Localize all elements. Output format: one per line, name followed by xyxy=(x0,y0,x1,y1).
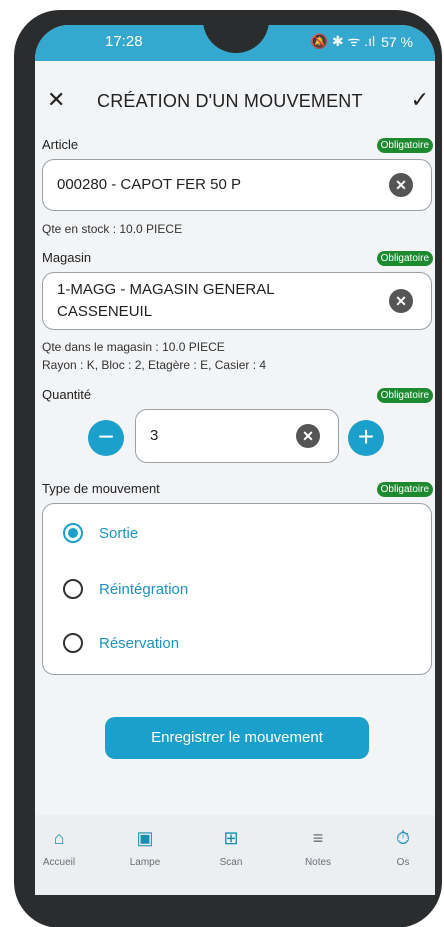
radio-button-checked[interactable] xyxy=(63,523,83,543)
nav-label: Lampe xyxy=(129,857,161,868)
app-bar: ✕ CRÉATION D'UN MOUVEMENT ✓ xyxy=(35,61,435,141)
battery-level: 57 % xyxy=(381,33,413,50)
article-required-badge: Obligatoire xyxy=(376,138,433,153)
movement-type-group: Sortie Réintégration Réservation xyxy=(42,503,432,675)
magasin-location-info: Rayon : K, Bloc : 2, Etagère : E, Casier… xyxy=(42,358,267,372)
status-time: 17:28 xyxy=(105,33,143,50)
article-stock-info: Qte en stock : 10.0 PIECE xyxy=(42,222,183,236)
qr-scan-icon: ⊞ xyxy=(223,828,239,848)
article-value: 000280 - CAPOT FER 50 P xyxy=(57,176,241,193)
nav-item-lampe[interactable]: ▣ Lampe xyxy=(115,823,175,868)
nav-item-notes[interactable]: ≡ Notes xyxy=(288,823,348,868)
radio-label: Sortie xyxy=(99,524,139,542)
status-indicators: 🔕 ✱ ᯤ .ıl xyxy=(310,33,376,49)
status-icons: 🔕 ✱ ᯤ .ıl 57 % xyxy=(311,32,413,51)
quantite-required-badge: Obligatoire xyxy=(376,388,433,403)
home-icon: ⌂ xyxy=(53,828,65,848)
quantity-value: 3 xyxy=(150,427,159,444)
confirm-check-icon[interactable]: ✓ xyxy=(411,87,429,113)
magasin-label: Magasin xyxy=(42,250,92,265)
quantite-label: Quantité xyxy=(42,387,92,402)
radio-option-reservation[interactable]: Réservation xyxy=(63,628,179,658)
radio-label: Réintégration xyxy=(99,580,189,598)
nav-label: Os xyxy=(396,857,410,868)
increment-button[interactable]: + xyxy=(348,420,384,456)
radio-button[interactable] xyxy=(63,579,83,599)
magasin-field[interactable]: 1-MAGG - MAGASIN GENERAL CASSENEUIL ✕ xyxy=(42,272,432,330)
radio-label: Réservation xyxy=(99,634,180,652)
save-movement-button[interactable]: Enregistrer le mouvement xyxy=(105,717,369,759)
page-title: CRÉATION D'UN MOUVEMENT xyxy=(97,91,363,111)
nav-item-scan[interactable]: ⊞ Scan xyxy=(201,823,261,868)
radio-option-sortie[interactable]: Sortie xyxy=(63,518,138,548)
nav-label: Accueil xyxy=(42,857,76,868)
nav-label: Scan xyxy=(219,857,243,868)
radio-button[interactable] xyxy=(63,633,83,653)
stopwatch-icon: ⏱ xyxy=(395,828,411,848)
magasin-required-badge: Obligatoire xyxy=(376,251,433,266)
type-required-badge: Obligatoire xyxy=(376,482,433,497)
type-mouvement-label: Type de mouvement xyxy=(42,481,160,496)
magasin-value-line2: CASSENEUIL xyxy=(57,303,153,320)
quantity-clear-icon[interactable]: ✕ xyxy=(296,424,320,448)
notes-icon: ≡ xyxy=(312,828,324,848)
decrement-button[interactable]: − xyxy=(88,420,124,456)
article-field[interactable]: 000280 - CAPOT FER 50 P ✕ xyxy=(42,159,432,211)
close-icon[interactable]: ✕ xyxy=(47,87,65,113)
nav-label: Notes xyxy=(304,857,332,868)
magasin-value-line1: 1-MAGG - MAGASIN GENERAL xyxy=(57,281,275,298)
nav-item-os[interactable]: ⏱ Os xyxy=(373,823,433,868)
flashlight-icon: ▣ xyxy=(136,828,154,848)
article-clear-icon[interactable]: ✕ xyxy=(389,173,413,197)
radio-option-reintegration[interactable]: Réintégration xyxy=(63,574,188,604)
magasin-clear-icon[interactable]: ✕ xyxy=(389,289,413,313)
magasin-stock-info: Qte dans le magasin : 10.0 PIECE xyxy=(42,340,225,354)
quantity-input[interactable]: 3 ✕ xyxy=(135,409,339,463)
bottom-nav: ⌂ Accueil ▣ Lampe ⊞ Scan ≡ Notes ⏱ Os xyxy=(35,815,435,895)
app-screen: 17:28 🔕 ✱ ᯤ .ıl 57 % ✕ CRÉATION D'UN MOU… xyxy=(35,25,435,895)
article-label: Article xyxy=(42,137,79,152)
nav-item-accueil[interactable]: ⌂ Accueil xyxy=(35,823,89,868)
